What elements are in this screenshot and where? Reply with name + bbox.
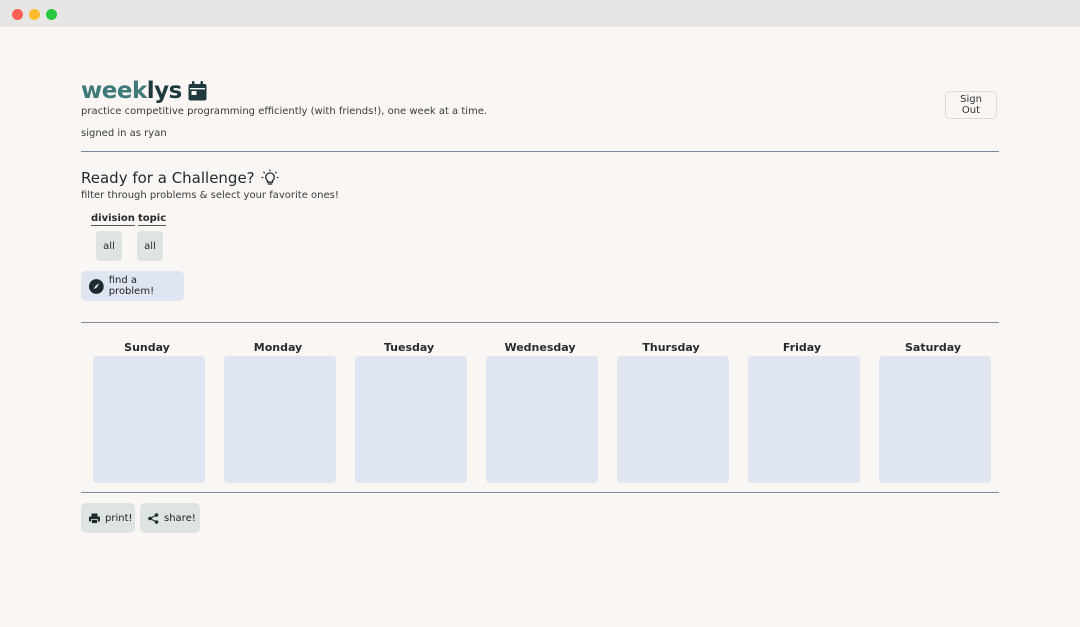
page: weeklys practice competitive programming… <box>0 27 1080 627</box>
lightbulb-icon <box>261 169 279 185</box>
day-label-friday: Friday <box>782 341 822 354</box>
find-problem-button[interactable]: find a problem! <box>81 271 184 301</box>
close-window-button[interactable] <box>12 9 23 20</box>
printer-icon <box>89 513 100 524</box>
day-slot-saturday[interactable] <box>879 356 991 483</box>
day-slot-tuesday[interactable] <box>355 356 467 483</box>
tagline: practice competitive programming efficie… <box>81 106 488 117</box>
topic-filter-label: topic <box>138 213 167 226</box>
print-label: print! <box>105 512 133 524</box>
week-divider-top <box>81 322 999 323</box>
day-label-tuesday: Tuesday <box>383 341 435 354</box>
day-slot-thursday[interactable] <box>617 356 729 483</box>
compass-icon <box>89 278 104 294</box>
window-titlebar <box>0 0 1080 27</box>
day-label-saturday: Saturday <box>905 341 961 354</box>
day-label-wednesday: Wednesday <box>504 341 576 354</box>
header-divider <box>81 151 999 152</box>
sign-out-button[interactable]: Sign Out <box>945 91 997 119</box>
print-button[interactable]: print! <box>81 503 135 533</box>
brand-logo: weeklys <box>81 78 207 104</box>
day-label-thursday: Thursday <box>642 341 700 354</box>
challenge-subtitle: filter through problems & select your fa… <box>81 190 339 201</box>
share-button[interactable]: share! <box>140 503 200 533</box>
day-slot-sunday[interactable] <box>93 356 205 483</box>
maximize-window-button[interactable] <box>46 9 57 20</box>
day-slot-wednesday[interactable] <box>486 356 598 483</box>
topic-filter-button[interactable]: all <box>137 231 163 261</box>
day-label-monday: Monday <box>253 341 303 354</box>
challenge-heading: Ready for a Challenge? <box>81 169 279 187</box>
find-problem-label: find a problem! <box>108 275 155 297</box>
division-filter-button[interactable]: all <box>96 231 122 261</box>
day-slot-monday[interactable] <box>224 356 336 483</box>
share-label: share! <box>164 512 196 524</box>
brand-part1: week <box>81 78 147 104</box>
day-label-sunday: Sunday <box>124 341 170 354</box>
day-slot-friday[interactable] <box>748 356 860 483</box>
brand-part2: lys <box>146 78 183 104</box>
signed-in-text: signed in as ryan <box>81 128 167 139</box>
share-icon <box>148 512 159 524</box>
week-divider-bottom <box>81 492 999 493</box>
calendar-icon <box>188 81 207 101</box>
division-filter-label: division <box>91 213 135 226</box>
challenge-title: Ready for a Challenge? <box>81 169 255 187</box>
minimize-window-button[interactable] <box>29 9 40 20</box>
